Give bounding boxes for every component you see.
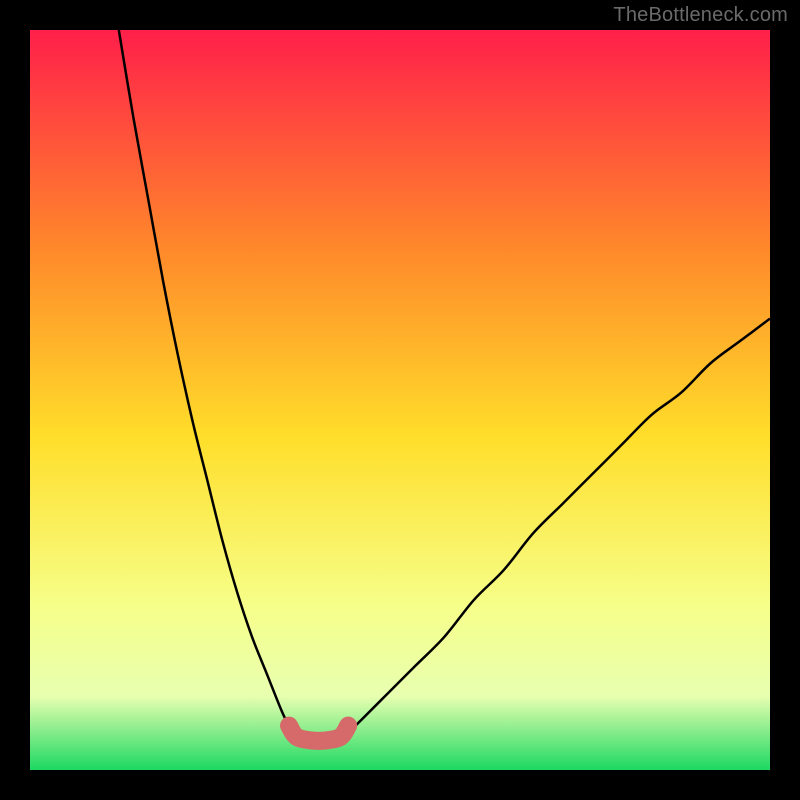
watermark-text: TheBottleneck.com — [613, 4, 788, 27]
chart-frame: TheBottleneck.com — [0, 0, 800, 800]
plot-area — [30, 30, 770, 770]
chart-svg — [30, 30, 770, 770]
gradient-background — [30, 30, 770, 770]
